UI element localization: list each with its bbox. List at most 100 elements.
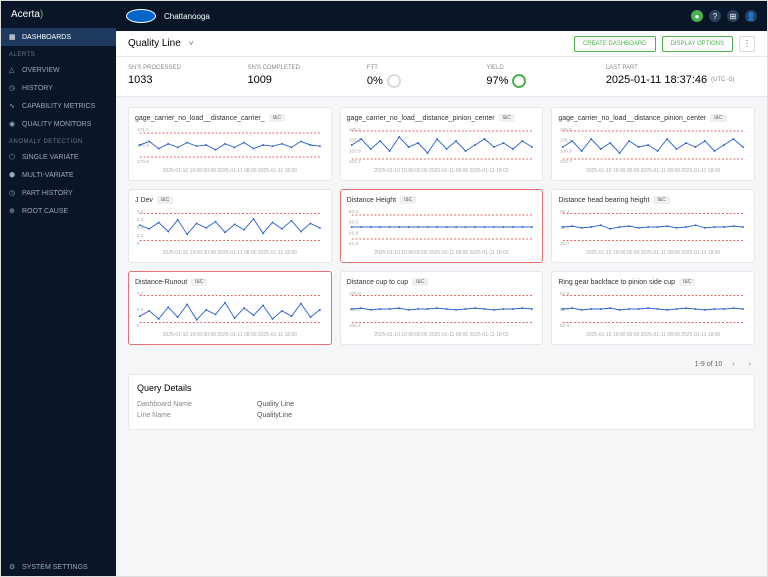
root-icon: ⊕ (9, 207, 17, 215)
location-text: Chattanooga (164, 12, 210, 21)
x-axis-label: 2025-01-10 19:00:00:00 2025-01-11 08:00 … (135, 168, 325, 174)
page-title: Quality Line (128, 38, 181, 49)
nav-label: PART HISTORY (22, 190, 73, 197)
chart-tag: I&C (191, 278, 207, 286)
single-icon: ⬡ (9, 153, 17, 161)
nav-history[interactable]: ◷ HISTORY (1, 79, 116, 97)
nav-capability[interactable]: ∿ CAPABILITY METRICS (1, 97, 116, 115)
x-axis-label: 2025-01-10 19:00:00:00 2025-01-11 08:00 … (135, 332, 325, 338)
pagination: 1-9 of 10 ‹ › (128, 355, 755, 374)
x-axis-label: 2025-01-10 19:00:00:00 2025-01-11 08:00 … (558, 168, 748, 174)
detail-row: Dashboard NameQuality Line (137, 399, 746, 410)
x-axis-label: 2025-01-10 19:00:00:00 2025-01-11 08:00 … (135, 250, 325, 256)
nav-label: OVERVIEW (22, 67, 60, 74)
line-chart: 105.5105.1103.9103.7 (558, 124, 748, 166)
apps-icon[interactable]: ⊞ (727, 10, 739, 22)
chevron-down-icon[interactable]: ˅ (189, 39, 194, 48)
chart-card[interactable]: Distance cup to cupI&C 105.8105.6105.4 2… (340, 271, 544, 345)
nav-label: DASHBOARDS (22, 34, 71, 41)
nav-multi-variate[interactable]: ⬢ MULTI-VARIATE (1, 166, 116, 184)
page-info: 1-9 of 10 (695, 361, 723, 368)
chart-card[interactable]: gage_carrier_no_load__distance_carrier_I… (128, 107, 332, 181)
kpi-completed: SN'S COMPLETED 1009 (247, 65, 346, 88)
nav-label: CAPABILITY METRICS (22, 103, 95, 110)
x-axis-label: 2025-01-10 19:00:00:00 2025-01-11 08:00 … (558, 332, 748, 338)
more-button[interactable]: ⋮ (739, 36, 755, 52)
chart-card[interactable]: gage_carrier_no_load__distance_pinion_ce… (340, 107, 544, 181)
chart-grid: gage_carrier_no_load__distance_carrier_I… (128, 107, 755, 345)
next-page-button[interactable]: › (745, 359, 755, 370)
chart-card[interactable]: Distance HeightI&C 92.292.091.891.6 2025… (340, 189, 544, 263)
status-indicator-icon[interactable]: ● (691, 10, 703, 22)
chart-card[interactable]: J DevI&C 0.40.30.20.10 2025-01-10 19:00:… (128, 189, 332, 263)
history-icon: ◷ (9, 189, 17, 197)
chart-card[interactable]: Distance head bearing height I&C 36.436.2… (551, 189, 755, 263)
nav-label: MULTI-VARIATE (22, 172, 74, 179)
nav-label: SYSTEM SETTINGS (22, 564, 88, 571)
chart-tag: I&C (653, 196, 669, 204)
detail-key: Dashboard Name (137, 401, 257, 408)
ring-icon (387, 74, 401, 88)
svg-text:0: 0 (137, 323, 140, 329)
line-chart: 92.292.091.891.6 (347, 206, 537, 248)
create-dashboard-button[interactable]: CREATE DASHBOARD (574, 36, 656, 52)
chart-card[interactable]: Ring gear backface to pinion side cupI&C… (551, 271, 755, 345)
svg-text:92.2: 92.2 (349, 209, 359, 215)
line-chart: 0.40.30.20.10 (135, 206, 325, 248)
svg-text:52.8: 52.8 (560, 291, 570, 297)
line-chart: 52.852.652.4 (558, 288, 748, 330)
svg-text:103.9: 103.9 (349, 148, 361, 154)
svg-text:36.0: 36.0 (560, 241, 570, 247)
nav-part-history[interactable]: ◷ PART HISTORY (1, 184, 116, 202)
kpi-value: 2025-01-11 18:37:46 (606, 74, 707, 86)
chart-title: Distance head bearing height (558, 197, 649, 204)
svg-text:0.3: 0.3 (137, 217, 144, 223)
chart-tag: I&C (400, 196, 416, 204)
svg-text:91.8: 91.8 (349, 230, 359, 236)
details-title: Query Details (137, 383, 746, 393)
kpi-ftt: FTT 0% (367, 65, 466, 88)
nav-label: HISTORY (22, 85, 53, 92)
svg-text:105.5: 105.5 (349, 127, 361, 133)
help-icon[interactable]: ? (709, 10, 721, 22)
prev-page-button[interactable]: ‹ (728, 359, 738, 370)
topbar: Chattanooga ● ? ⊞ 👤 (116, 1, 767, 31)
multi-icon: ⬢ (9, 171, 17, 179)
user-avatar-icon[interactable]: 👤 (745, 10, 757, 22)
query-details-panel: Query Details Dashboard NameQuality Line… (128, 374, 755, 430)
line-chart: 0.40.20 (135, 288, 325, 330)
detail-key: Line Name (137, 412, 257, 419)
kpi-label: SN'S PROCESSED (128, 65, 227, 71)
detail-value: QualityLine (257, 412, 292, 419)
nav-root-cause[interactable]: ⊕ ROOT CAUSE (1, 202, 116, 220)
chart-tag: I&C (412, 278, 428, 286)
chart-card[interactable]: Distance-RunoutI&C 0.40.20 2025-01-10 19… (128, 271, 332, 345)
detail-value: Quality Line (257, 401, 294, 408)
chart-tag: I&C (710, 114, 726, 122)
detail-row: Line NameQualityLine (137, 410, 746, 421)
svg-text:103.9: 103.9 (560, 148, 572, 154)
nav-single-variate[interactable]: ⬡ SINGLE VARIATE (1, 148, 116, 166)
svg-text:0: 0 (137, 241, 140, 247)
svg-text:52.4: 52.4 (560, 323, 570, 329)
kpi-label: YIELD (486, 65, 585, 71)
nav-settings[interactable]: ⚙ SYSTEM SETTINGS (1, 558, 116, 576)
line-chart: 36.436.236.0 (558, 206, 748, 248)
x-axis-label: 2025-01-10 19:00:00:00 2025-01-11 08:00 … (347, 332, 537, 338)
chart-title: gage_carrier_no_load__distance_pinion_ce… (558, 115, 706, 122)
display-options-button[interactable]: DISPLAY OPTIONS (662, 36, 733, 52)
nav-overview[interactable]: △ OVERVIEW (1, 61, 116, 79)
nav-label: QUALITY MONITORS (22, 121, 91, 128)
chart-icon: ∿ (9, 102, 17, 110)
chart-card[interactable]: gage_carrier_no_load__distance_pinion_ce… (551, 107, 755, 181)
nav-dashboards[interactable]: ▦ DASHBOARDS (1, 28, 116, 46)
line-chart: 105.8105.6105.4 (347, 288, 537, 330)
chart-tag: I&C (499, 114, 515, 122)
chart-title: gage_carrier_no_load__distance_pinion_ce… (347, 115, 495, 122)
kpi-bar: SN'S PROCESSED 1033 SN'S COMPLETED 1009 … (116, 57, 767, 97)
monitor-icon: ◉ (9, 120, 17, 128)
kpi-label: FTT (367, 65, 466, 71)
nav-label: ROOT CAUSE (22, 208, 68, 215)
nav-quality[interactable]: ◉ QUALITY MONITORS (1, 115, 116, 133)
line-chart: 171.1170.9170.8 (135, 124, 325, 166)
